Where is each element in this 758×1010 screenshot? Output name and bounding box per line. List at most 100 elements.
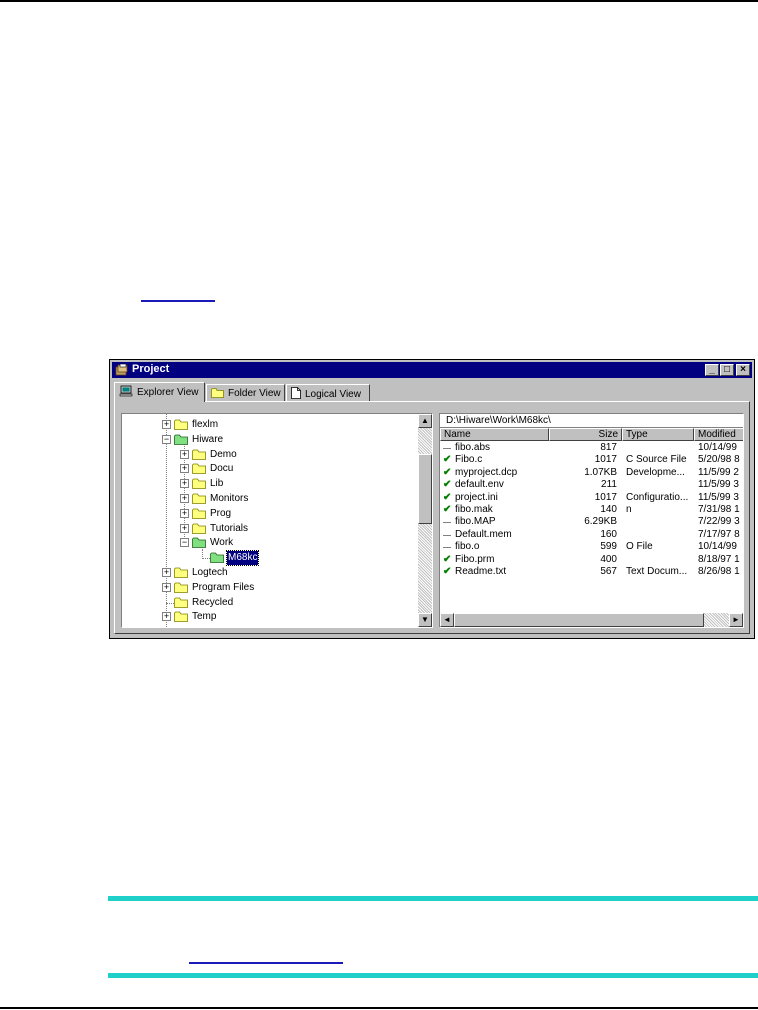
tree-item-label: Program Files (192, 581, 255, 593)
tree-item[interactable]: + Demo (122, 448, 412, 462)
expand-icon[interactable]: + (180, 479, 189, 489)
note-link-underline[interactable] (189, 962, 343, 964)
file-name: default.env (455, 479, 504, 491)
tab-logical-view[interactable]: Logical View (286, 384, 370, 401)
tree-item[interactable]: + Program Files (122, 581, 412, 595)
file-name: Readme.txt (455, 566, 507, 577)
file-row[interactable]: ✔ myproject.dcp 1.07KB Developme... 11/5/99 … (440, 466, 743, 479)
maximize-button[interactable]: □ (720, 364, 734, 376)
scroll-thumb[interactable] (418, 454, 432, 524)
file-row[interactable]: ✔ fibo.mak 140 n 7/31/98 1 (440, 504, 743, 516)
tree-item[interactable]: + Lib (122, 477, 412, 491)
file-row[interactable]: ✔ default.env 211 11/5/99 3 (440, 479, 743, 491)
file-row[interactable]: ✔ project.ini 1017 Configuratio... 11/5/99 3 (440, 491, 743, 504)
folder-tree[interactable]: + flexlm − Hiware + Demo + Docu + Lib + Monitors + Pr… (121, 413, 433, 628)
file-modified: 7/22/99 3 (698, 516, 740, 528)
expand-icon[interactable]: + (180, 523, 189, 533)
file-size: 567 (600, 566, 617, 577)
tab-folder-label: Folder View (228, 388, 281, 399)
checkmark-icon: ✔ (443, 454, 452, 466)
tree-item[interactable]: + Prog (122, 507, 412, 521)
file-size: 400 (600, 553, 617, 565)
expand-icon[interactable]: + (162, 612, 171, 622)
tree-item-label: Monitors (210, 493, 249, 504)
tree-item[interactable]: + Temp (122, 610, 412, 624)
tree-item[interactable]: − Work (122, 536, 412, 550)
expand-icon[interactable]: + (162, 420, 171, 429)
file-row[interactable]: Default.mem 160 7/17/97 8 (440, 528, 743, 541)
path-bar: D:\Hiware\Work\M68kc\ (440, 414, 743, 428)
scroll-left-button[interactable]: ◄ (440, 613, 454, 627)
tree-item[interactable]: Recycled (122, 596, 412, 610)
file-size: 211 (601, 479, 617, 491)
tree-item-label: Docu (210, 463, 234, 475)
tree-item[interactable]: + flexlm (122, 418, 412, 432)
tree-item-label: Recycled (192, 596, 234, 608)
scroll-right-button[interactable]: ► (729, 613, 743, 627)
document-link-underline[interactable] (141, 300, 215, 302)
folder-icon (174, 611, 188, 623)
file-list[interactable]: D:\Hiware\Work\M68kc\ Name Size Type Mod… (439, 413, 744, 628)
file-row[interactable]: ✔ Readme.txt 567 Text Docum... 8/26/98 1 (440, 566, 743, 578)
open-folder-icon (174, 434, 188, 445)
column-header-modified[interactable]: Modified (694, 428, 743, 441)
project-window: Project _ □ × Explorer View Folder View … (109, 359, 755, 639)
title-bar[interactable]: Project _ □ × (112, 362, 752, 378)
file-row[interactable]: fibo.o 599 O File 10/14/99 (440, 541, 743, 553)
close-button[interactable]: × (736, 364, 750, 376)
tree-item-label: flexlm (192, 419, 219, 430)
file-modified: 7/31/98 1 (698, 504, 740, 515)
scroll-down-button[interactable]: ▼ (418, 613, 432, 627)
file-size: 160 (600, 528, 617, 540)
file-row[interactable]: fibo.abs 817 10/14/99 (440, 442, 743, 454)
file-name: fibo.abs (455, 442, 491, 453)
tree-item-label: Temp (192, 611, 217, 623)
folder-icon (174, 582, 188, 593)
collapse-icon[interactable]: − (162, 434, 171, 444)
scroll-thumb[interactable] (454, 613, 704, 627)
file-modified: 5/20/98 8 (698, 454, 740, 466)
tree-item-label: Work (210, 537, 234, 549)
note-bottom-rule (108, 973, 758, 978)
tree-item[interactable]: M68kc (122, 550, 412, 567)
expand-icon[interactable]: + (162, 568, 171, 577)
column-header-name[interactable]: Name (440, 428, 549, 441)
expand-icon[interactable]: + (180, 449, 189, 459)
window-title: Project (132, 363, 170, 375)
file-modified: 11/5/99 3 (698, 491, 739, 503)
scroll-up-button[interactable]: ▲ (418, 414, 432, 428)
file-name: myproject.dcp (455, 466, 518, 478)
tab-folder-view[interactable]: Folder View (206, 384, 285, 401)
minimize-button[interactable]: _ (705, 364, 719, 376)
file-row[interactable]: fibo.MAP 6.29KB 7/22/99 3 (440, 516, 743, 528)
tree-item[interactable]: + Logtech (122, 566, 412, 580)
folder-icon (174, 419, 188, 430)
note-top-rule (108, 896, 758, 901)
file-modified: 8/18/97 1 (698, 553, 740, 565)
list-horizontal-scrollbar[interactable]: ◄ ► (440, 613, 743, 627)
tree-item[interactable]: + Monitors (122, 492, 412, 506)
expand-icon[interactable]: + (180, 464, 189, 474)
tree-vertical-scrollbar[interactable]: ▲ ▼ (418, 414, 432, 627)
file-name: fibo.mak (455, 504, 493, 515)
folder-icon (192, 463, 206, 475)
file-row[interactable]: ✔ Fibo.c 1017 C Source File 5/20/98 8 (440, 454, 743, 466)
column-header-type[interactable]: Type (622, 428, 694, 441)
tree-item[interactable]: + Docu (122, 462, 412, 476)
tree-item[interactable]: − Hiware (122, 433, 412, 447)
file-name: fibo.o (455, 541, 480, 553)
tab-explorer-view[interactable]: Explorer View (114, 382, 205, 402)
tree-item-label: Prog (210, 507, 232, 519)
expand-icon[interactable]: + (180, 508, 189, 518)
checkmark-icon: ✔ (443, 566, 452, 577)
expand-icon[interactable]: + (162, 582, 171, 592)
file-row[interactable]: ✔ Fibo.prm 400 8/18/97 1 (440, 553, 743, 566)
tree-guide-line (166, 602, 174, 604)
collapse-icon[interactable]: − (180, 538, 189, 548)
file-name: Fibo.c (455, 454, 483, 466)
tree-item[interactable]: + Tutorials (122, 522, 412, 536)
column-header-size[interactable]: Size (549, 428, 622, 441)
unchecked-dash-icon (443, 522, 451, 524)
folder-icon (192, 523, 206, 534)
expand-icon[interactable]: + (180, 494, 189, 503)
